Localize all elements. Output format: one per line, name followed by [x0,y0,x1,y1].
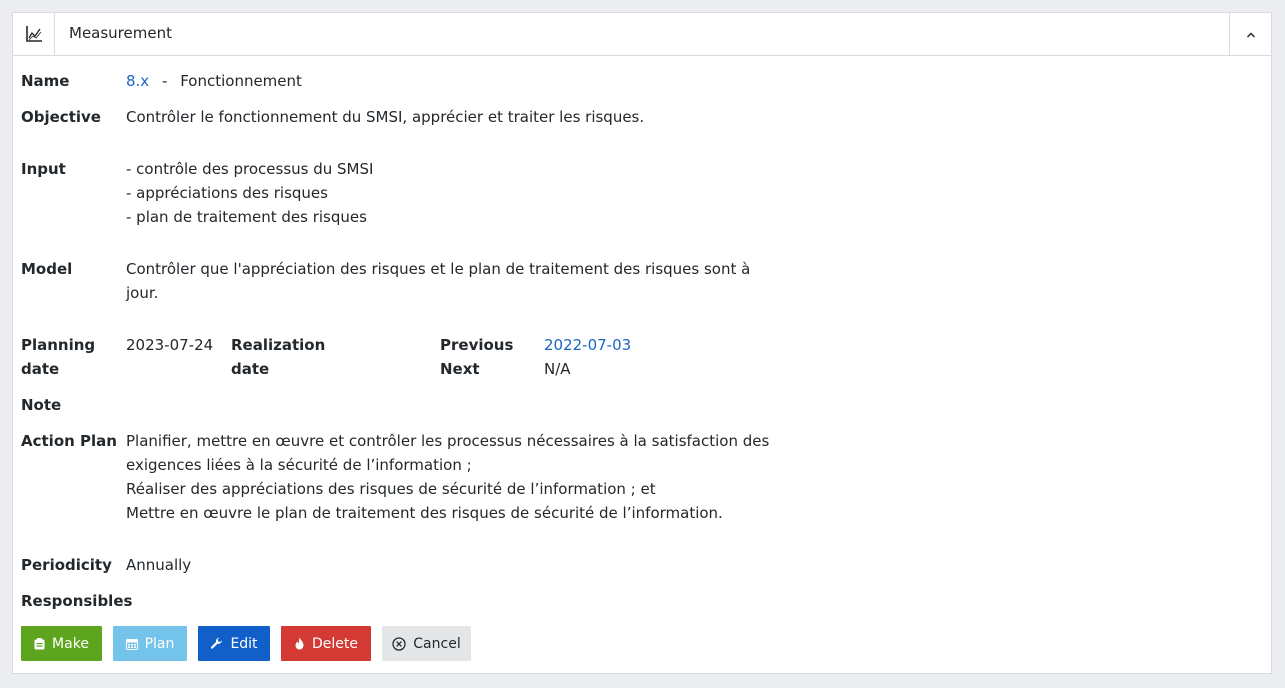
action-plan-line: Réaliser des appréciations des risques d… [126,480,656,498]
objective-label: Objective [21,108,101,126]
panel-title: Measurement [69,24,172,42]
name-label: Name [21,72,70,90]
action-plan-line: Mettre en œuvre le plan de traitement de… [126,504,723,522]
name-separator: - [161,72,168,90]
input-value: - contrôle des processus du SMSI - appré… [126,157,373,229]
chart-line-icon [13,13,55,55]
model-label: Model [21,260,73,278]
calendar-icon [125,638,138,650]
edit-button-label: Edit [230,635,258,652]
periodicity-value: Annually [126,556,192,574]
plan-button[interactable]: Plan [113,626,187,661]
previous-date-link[interactable]: 2022-07-03 [544,333,631,357]
delete-button[interactable]: Delete [281,626,371,661]
x-circle-icon [392,636,406,651]
planning-label-line: Planning [21,336,96,354]
make-button-label: Make [52,635,89,652]
measurement-panel: Measurement Name 8.x - Fonctionnement Ob… [12,12,1272,674]
realization-date-label: Realization date [231,333,325,381]
realization-label-line: date [231,360,270,378]
clipboard-icon [34,637,45,650]
edit-button[interactable]: Edit [198,626,270,661]
planning-date-label: Planning date [21,333,95,381]
action-plan-line: exigences liées à la sécurité de l’infor… [126,456,472,474]
previous-label: Previous [440,336,514,354]
name-title: Fonctionnement [180,72,302,90]
cancel-button-label: Cancel [413,635,461,652]
chevron-up-icon [1246,25,1256,43]
fire-icon [294,637,305,651]
action-plan-value: Planifier, mettre en œuvre et contrôler … [126,429,769,525]
action-plan-line: Planifier, mettre en œuvre et contrôler … [126,432,770,450]
realization-label-line: Realization [231,336,326,354]
planning-date-value: 2023-07-24 [126,336,214,354]
note-label: Note [21,396,62,414]
panel-header: Measurement [13,13,1271,56]
model-line: jour. [126,284,159,302]
delete-button-label: Delete [312,635,358,652]
input-line: - contrôle des processus du SMSI [126,160,374,178]
name-code-link[interactable]: 8.x [126,72,149,90]
responsibles-label: Responsibles [21,592,133,610]
plan-button-label: Plan [144,635,175,652]
collapse-button[interactable] [1229,13,1271,55]
make-button[interactable]: Make [21,626,102,661]
action-plan-label: Action Plan [21,432,117,450]
input-label: Input [21,160,66,178]
name-value: 8.x - Fonctionnement [126,69,302,93]
next-value: N/A [544,360,571,378]
input-line: - plan de traitement des risques [126,208,367,226]
objective-value: Contrôler le fonctionnement du SMSI, app… [126,108,645,126]
next-label: Next [440,360,480,378]
model-value: Contrôler que l'appréciation des risques… [126,257,750,305]
planning-label-line: date [21,360,60,378]
input-line: - appréciations des risques [126,184,328,202]
model-line: Contrôler que l'appréciation des risques… [126,260,751,278]
cancel-button[interactable]: Cancel [382,626,471,661]
wrench-icon [210,637,223,650]
periodicity-label: Periodicity [21,556,112,574]
